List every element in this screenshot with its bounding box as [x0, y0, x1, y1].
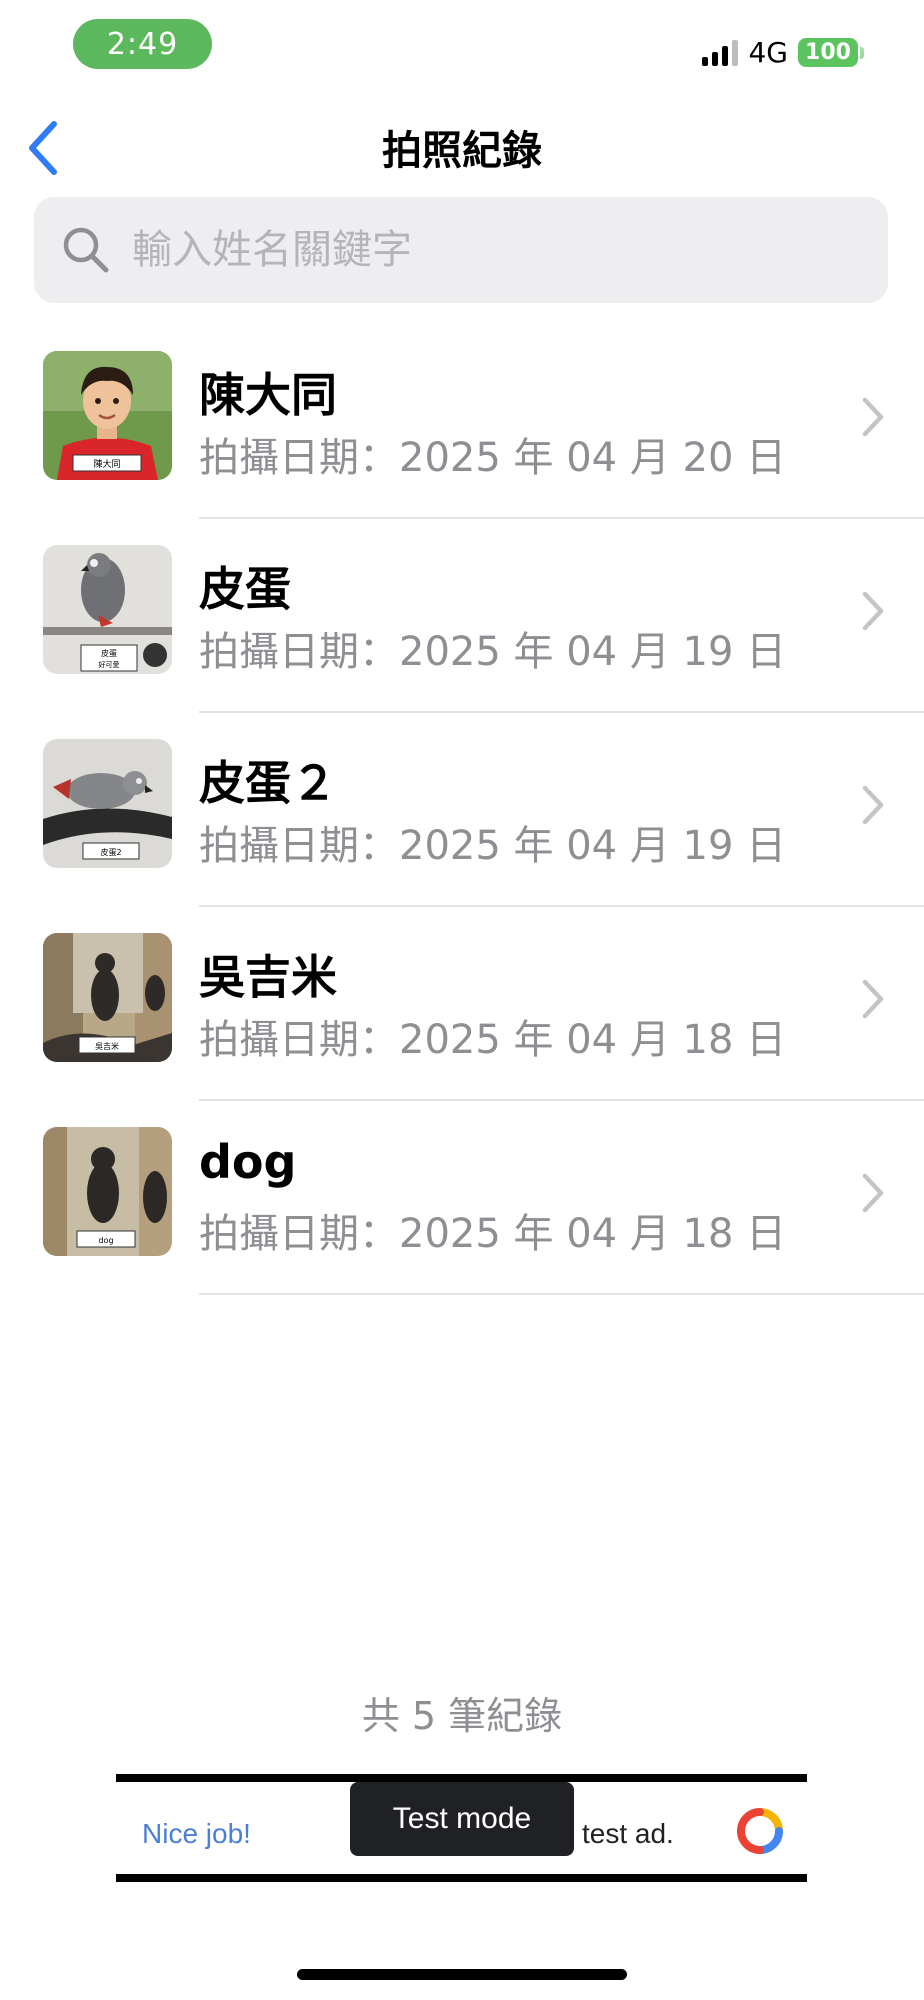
status-time: 2:49 [73, 19, 212, 69]
search-bar[interactable] [34, 197, 888, 303]
thumbnail-tag: dog [98, 1236, 113, 1245]
row-divider [199, 1293, 924, 1295]
record-row[interactable]: 陳大同 陳大同 拍攝日期：2025 年 04 月 20 日 [0, 325, 924, 519]
ad-text-secondary: test ad. [582, 1818, 674, 1849]
thumbnail-tag: 陳大同 [93, 458, 120, 470]
record-date: 拍攝日期：2025 年 04 月 20 日 [199, 435, 787, 481]
record-count: 共 5 筆紀錄 [361, 1694, 563, 1738]
record-name: 皮蛋２ [199, 756, 337, 810]
record-row[interactable]: 皮蛋2 皮蛋２ 拍攝日期：2025 年 04 月 19 日 [0, 713, 924, 907]
signal-icon [702, 39, 739, 66]
ad-banner[interactable]: Nice job! Test mode test ad. [116, 1774, 807, 1882]
record-thumbnail: 陳大同 [43, 351, 172, 480]
search-input[interactable] [130, 226, 834, 274]
record-row[interactable]: 吳吉米 吳吉米 拍攝日期：2025 年 04 月 18 日 [0, 907, 924, 1101]
record-name: dog [199, 1135, 297, 1189]
home-indicator[interactable] [297, 1969, 627, 1980]
chevron-right-icon [862, 785, 884, 825]
chevron-right-icon [862, 979, 884, 1019]
ad-network-logo-icon [737, 1808, 783, 1854]
record-thumbnail: 皮蛋2 [43, 739, 172, 868]
search-icon [63, 227, 109, 273]
test-mode-badge: Test mode [350, 1782, 574, 1856]
thumbnail-tag: 好可愛 [99, 660, 120, 669]
record-name: 吳吉米 [199, 950, 337, 1004]
chevron-right-icon [862, 397, 884, 437]
network-label: 4G [748, 36, 788, 69]
battery-icon: 100 [798, 38, 864, 67]
page-title: 拍照紀錄 [382, 128, 542, 174]
record-date: 拍攝日期：2025 年 04 月 19 日 [199, 629, 787, 675]
record-row[interactable]: 皮蛋 好可愛 皮蛋 拍攝日期：2025 年 04 月 19 日 [0, 519, 924, 713]
ad-text: Nice job! [142, 1818, 251, 1849]
record-date: 拍攝日期：2025 年 04 月 18 日 [199, 1017, 787, 1063]
record-list: 陳大同 陳大同 拍攝日期：2025 年 04 月 20 日 皮蛋 好可愛 皮蛋 … [0, 325, 924, 1295]
record-row[interactable]: dog dog 拍攝日期：2025 年 04 月 18 日 [0, 1101, 924, 1295]
record-name: 皮蛋 [199, 562, 291, 616]
record-date: 拍攝日期：2025 年 04 月 19 日 [199, 823, 787, 869]
thumbnail-tag: 皮蛋 [101, 648, 117, 658]
record-name: 陳大同 [199, 368, 337, 422]
chevron-right-icon [862, 1173, 884, 1213]
chevron-right-icon [862, 591, 884, 631]
thumbnail-tag: 吳吉米 [95, 1041, 119, 1051]
battery-level: 100 [798, 38, 858, 67]
record-date: 拍攝日期：2025 年 04 月 18 日 [199, 1211, 787, 1257]
record-thumbnail: 皮蛋 好可愛 [43, 545, 172, 674]
record-thumbnail: 吳吉米 [43, 933, 172, 1062]
status-indicators: 4G 100 [702, 36, 864, 69]
record-thumbnail: dog [43, 1127, 172, 1256]
thumbnail-tag: 皮蛋2 [100, 847, 121, 857]
